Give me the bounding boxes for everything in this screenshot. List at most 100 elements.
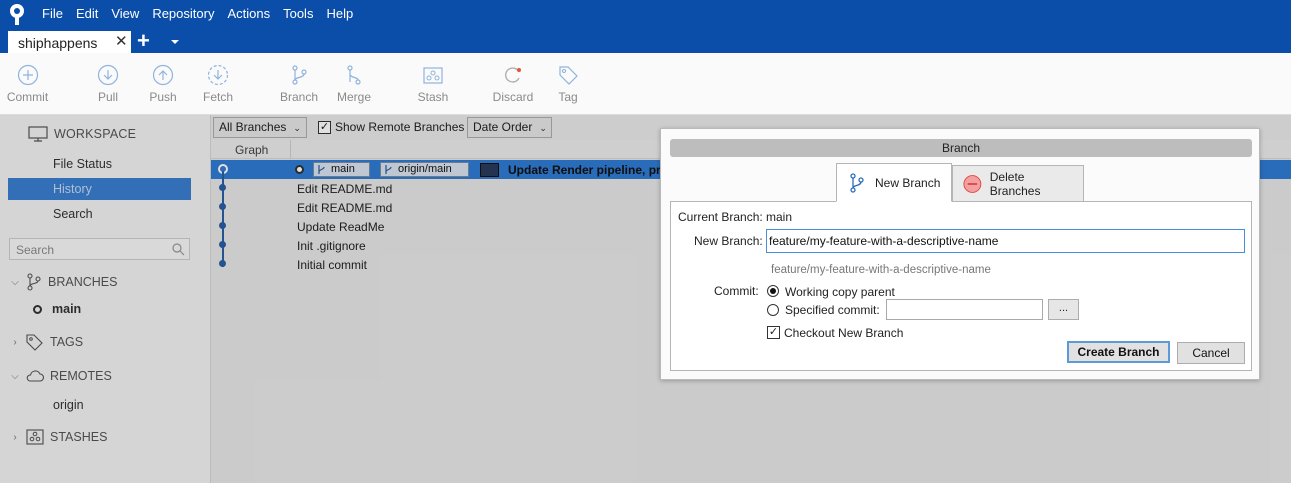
sidebar-item-branch-main[interactable]: main bbox=[33, 302, 81, 316]
monitor-icon bbox=[28, 126, 48, 142]
branch-icon bbox=[292, 65, 307, 85]
discard-button[interactable]: Discard bbox=[492, 64, 534, 104]
commit-button[interactable]: Commit bbox=[5, 64, 50, 104]
stashes-label: STASHES bbox=[50, 430, 108, 444]
commit-message: Init .gitignore bbox=[297, 239, 366, 253]
push-label: Push bbox=[149, 90, 177, 104]
commit-graph-node bbox=[219, 222, 226, 229]
sidebar-item-history[interactable]: History bbox=[8, 178, 191, 200]
tab-delete-branches[interactable]: Delete Branches bbox=[952, 165, 1084, 202]
pull-button[interactable]: Pull bbox=[93, 64, 123, 104]
sidebar-item-search[interactable]: Search bbox=[53, 207, 93, 221]
close-tab-icon[interactable]: ✕ bbox=[115, 34, 128, 49]
fetch-icon bbox=[207, 64, 229, 86]
remotes-label: REMOTES bbox=[50, 369, 112, 383]
pull-label: Pull bbox=[97, 90, 118, 104]
menu-tools[interactable]: Tools bbox=[283, 6, 313, 22]
branch-dialog: Branch New Branch Delete Branches Curren… bbox=[660, 128, 1260, 380]
menu-repository[interactable]: Repository bbox=[152, 6, 214, 22]
sourcetree-logo-icon bbox=[10, 4, 24, 25]
checkout-checkbox[interactable]: ✓ bbox=[767, 326, 780, 339]
chevron-right-icon: › bbox=[13, 431, 17, 443]
push-button[interactable]: Push bbox=[148, 64, 178, 104]
merge-button[interactable]: Merge bbox=[335, 64, 373, 104]
chevron-down-icon: ⌵ bbox=[11, 276, 19, 288]
commit-message: Edit README.md bbox=[297, 201, 393, 215]
sidebar: WORKSPACE File Status History Search Sea… bbox=[0, 115, 211, 483]
sidebar-item-file-status[interactable]: File Status bbox=[53, 157, 112, 171]
tab-label: shiphappens bbox=[18, 35, 98, 51]
branches-filter-value: All Branches bbox=[219, 120, 287, 134]
ref-main-label: main bbox=[331, 163, 355, 175]
graph-column-header[interactable]: Graph bbox=[235, 143, 268, 157]
ref-tag-origin-main[interactable]: origin/main bbox=[380, 162, 469, 177]
menu-view[interactable]: View bbox=[111, 6, 139, 22]
fetch-label: Fetch bbox=[203, 90, 234, 104]
ref-tag-main[interactable]: main bbox=[313, 162, 370, 177]
show-remote-branches-checkbox[interactable]: ✓ Show Remote Branches bbox=[318, 120, 464, 134]
chevron-down-icon: ⌄ bbox=[293, 123, 301, 133]
chevron-down-icon: ⌄ bbox=[539, 123, 547, 133]
specified-commit-radio[interactable] bbox=[767, 304, 779, 316]
branches-section-header[interactable]: ⌵ BRANCHES bbox=[10, 273, 117, 291]
tags-section-header[interactable]: › TAGS bbox=[10, 333, 83, 351]
add-tab-button[interactable]: + bbox=[137, 30, 155, 52]
commit-graph-node bbox=[219, 184, 226, 191]
tag-icon bbox=[559, 66, 578, 85]
search-icon bbox=[172, 243, 185, 256]
stash-icon bbox=[423, 67, 443, 84]
menu-help[interactable]: Help bbox=[326, 6, 353, 22]
menu-file[interactable]: File bbox=[42, 6, 63, 22]
browse-commit-button[interactable]: ... bbox=[1048, 299, 1079, 320]
branch-main-label: main bbox=[52, 302, 82, 316]
commit-label: Commit bbox=[6, 90, 49, 104]
current-branch-dot-icon bbox=[33, 304, 42, 314]
new-branch-input[interactable] bbox=[766, 229, 1245, 253]
working-copy-label: Working copy parent bbox=[785, 285, 895, 299]
stashes-section-header[interactable]: › STASHES bbox=[10, 428, 107, 446]
order-filter-select[interactable]: Date Order ⌄ bbox=[467, 117, 552, 138]
branches-filter-select[interactable]: All Branches ⌄ bbox=[213, 117, 307, 138]
sidebar-search-input[interactable]: Search bbox=[9, 238, 190, 260]
specified-commit-label: Specified commit: bbox=[785, 303, 880, 317]
branch-button[interactable]: Branch bbox=[280, 64, 318, 104]
chevron-down-icon[interactable] bbox=[169, 36, 181, 48]
checkout-label: Checkout New Branch bbox=[784, 326, 904, 340]
plus-circle-icon bbox=[17, 64, 38, 86]
menu-actions[interactable]: Actions bbox=[227, 6, 270, 22]
toolbar: Commit Pull Push Fetch Branch Merge Stas… bbox=[0, 53, 1291, 115]
tag-button[interactable]: Tag bbox=[556, 64, 580, 104]
head-indicator-icon bbox=[295, 165, 304, 174]
stash-button[interactable]: Stash bbox=[417, 64, 449, 104]
chevron-right-icon: › bbox=[13, 336, 17, 348]
column-divider[interactable] bbox=[290, 140, 291, 159]
merge-label: Merge bbox=[336, 90, 371, 104]
fetch-button[interactable]: Fetch bbox=[203, 64, 233, 104]
discard-icon bbox=[505, 67, 521, 83]
merge-icon bbox=[347, 65, 361, 85]
commit-graph-node bbox=[219, 241, 226, 248]
tab-delete-branches-label: Delete Branches bbox=[989, 169, 1041, 198]
search-placeholder: Search bbox=[16, 243, 55, 257]
cancel-button[interactable]: Cancel bbox=[1177, 342, 1245, 364]
tab-new-branch[interactable]: New Branch bbox=[836, 163, 952, 202]
menu-edit[interactable]: Edit bbox=[76, 6, 98, 22]
stash-label: Stash bbox=[417, 90, 449, 104]
arrow-up-circle-icon bbox=[152, 64, 174, 86]
commit-graph-node bbox=[219, 203, 226, 210]
tab-repository[interactable]: shiphappens ✕ bbox=[8, 31, 131, 53]
specified-commit-input[interactable] bbox=[886, 299, 1043, 320]
remotes-section-header[interactable]: ⌵ REMOTES bbox=[10, 368, 112, 384]
commit-graph-node bbox=[219, 260, 226, 267]
commit-message: Initial commit bbox=[297, 258, 368, 272]
workspace-label: WORKSPACE bbox=[54, 127, 137, 141]
commit-label: Commit: bbox=[714, 284, 759, 298]
tag-label: Tag bbox=[558, 90, 578, 104]
branch-icon bbox=[27, 273, 41, 291]
create-branch-button[interactable]: Create Branch bbox=[1067, 341, 1170, 363]
branches-label: BRANCHES bbox=[48, 275, 118, 289]
discard-label: Discard bbox=[492, 90, 534, 104]
sidebar-item-remote-origin[interactable]: origin bbox=[53, 398, 84, 412]
arrow-down-circle-icon bbox=[97, 64, 119, 86]
working-copy-radio[interactable] bbox=[767, 285, 779, 297]
